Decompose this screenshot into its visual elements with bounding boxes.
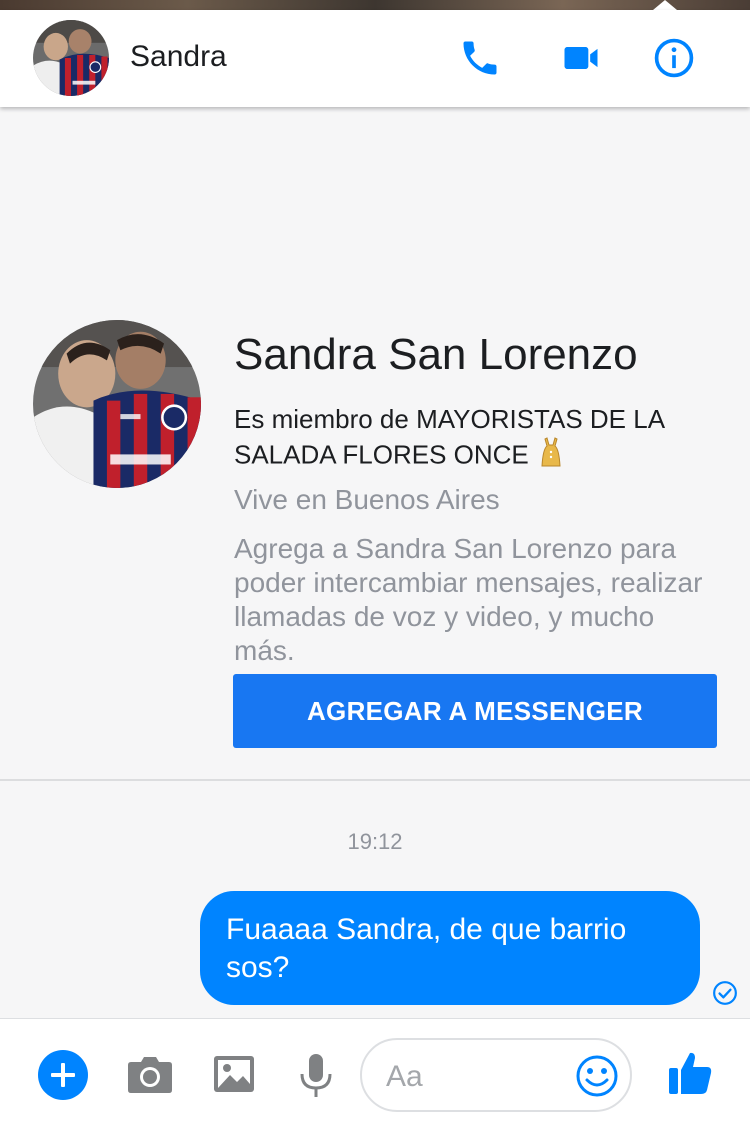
more-actions-button[interactable] [38,1050,88,1100]
profile-photo [33,320,201,488]
video-call-button[interactable] [559,36,603,80]
thumbs-up-icon [669,1052,712,1094]
popover-notch [653,0,677,10]
delivered-check-icon [712,980,738,1006]
image-icon [214,1056,254,1092]
chat-header: Sandra [0,10,750,107]
profile-divider [0,779,750,781]
header-avatar[interactable] [33,20,109,96]
phone-call-button[interactable] [458,36,502,80]
video-camera-icon [564,47,598,69]
emoji-button[interactable] [575,1054,619,1098]
info-icon [654,38,694,78]
profile-full-name: Sandra San Lorenzo [234,330,638,379]
header-contact-name[interactable]: Sandra [130,40,227,74]
phone-icon [463,41,497,75]
messenger-chat-screen: Sandra Sandra San Lorenzo Es miembro de … [0,0,750,1127]
outgoing-message-bubble[interactable]: Fuaaaa Sandra, de que barrio sos? [200,891,700,1005]
profile-description: Agrega a Sandra San Lorenzo para poder i… [234,533,703,666]
group-membership-text: Es miembro de MAYORISTAS DE LA SALADA FL… [234,404,664,470]
camera-button[interactable] [127,1054,173,1094]
add-to-messenger-button[interactable]: AGREGAR A MESSENGER [233,674,717,748]
dress-emoji-icon [540,437,562,476]
gallery-button[interactable] [213,1055,255,1093]
camera-icon [128,1057,172,1093]
background-strip [0,0,750,10]
message-input-placeholder: Aa [386,1060,423,1093]
like-button[interactable] [666,1048,714,1096]
plus-icon [38,1050,88,1100]
voice-message-button[interactable] [298,1052,334,1100]
profile-group-membership: Es miembro de MAYORISTAS DE LA SALADA FL… [234,402,724,476]
avatar-image [33,20,109,96]
message-timestamp: 19:12 [347,829,403,854]
microphone-icon [300,1054,332,1097]
conversation-info-button[interactable] [652,36,696,80]
message-composer: Aa [0,1018,750,1127]
profile-avatar[interactable] [33,320,201,488]
message-input[interactable]: Aa [360,1038,632,1112]
emoji-icon [576,1055,618,1097]
profile-location: Vive en Buenos Aires [234,484,500,515]
